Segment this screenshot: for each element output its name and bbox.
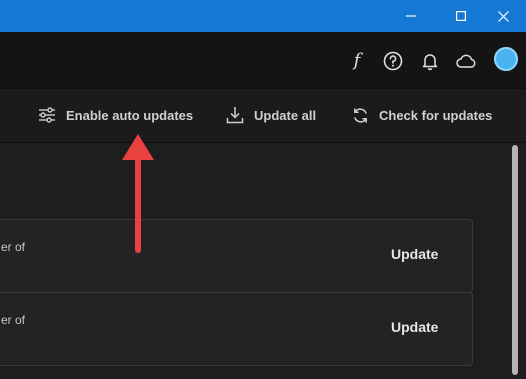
window-titlebar xyxy=(0,0,526,32)
check-for-updates-button[interactable]: Check for updates xyxy=(352,103,492,127)
close-icon xyxy=(497,10,509,22)
enable-auto-updates-label: Enable auto updates xyxy=(66,107,194,123)
annotation-arrow xyxy=(122,134,154,253)
cloud-icon[interactable] xyxy=(455,50,477,72)
scrollbar-thumb[interactable] xyxy=(512,145,518,375)
avatar[interactable] xyxy=(494,47,518,71)
app-header: f xyxy=(0,32,526,88)
list-item: er of Update xyxy=(0,292,473,366)
download-icon xyxy=(226,107,244,124)
item-description: er of xyxy=(1,240,26,254)
minimize-icon xyxy=(406,15,416,17)
updates-toolbar: Enable auto updates Update all Check for… xyxy=(0,88,526,143)
sliders-icon xyxy=(39,107,55,123)
help-icon[interactable] xyxy=(382,50,404,72)
bell-icon[interactable] xyxy=(419,50,441,72)
refresh-icon xyxy=(354,107,367,123)
maximize-icon xyxy=(456,11,466,21)
list-item: er of Update xyxy=(0,219,473,293)
font-icon[interactable]: f xyxy=(346,50,368,72)
check-for-updates-label: Check for updates xyxy=(379,107,493,123)
maximize-button[interactable] xyxy=(438,0,484,32)
update-all-label: Update all xyxy=(254,107,317,123)
minimize-button[interactable] xyxy=(388,0,434,32)
updates-list: er of Update er of Update xyxy=(0,143,526,379)
item-description: er of xyxy=(1,313,26,327)
enable-auto-updates-button[interactable]: Enable auto updates xyxy=(38,103,193,127)
update-button[interactable]: Update xyxy=(391,246,438,262)
update-button[interactable]: Update xyxy=(391,319,438,335)
close-button[interactable] xyxy=(480,0,526,32)
update-all-button[interactable]: Update all xyxy=(226,103,316,127)
